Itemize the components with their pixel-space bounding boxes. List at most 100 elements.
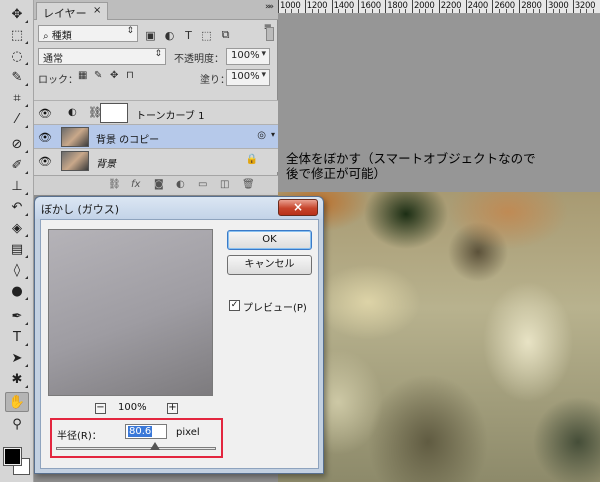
lock-image-icon[interactable]: ✎ bbox=[94, 70, 102, 81]
layer-row-background-copy[interactable]: 👁 背景 のコピー ◎ ▾ bbox=[34, 124, 278, 148]
add-mask-icon[interactable]: ◙ bbox=[154, 179, 164, 190]
shape-icon[interactable]: ✱ bbox=[5, 369, 29, 389]
shape-filter-icon[interactable]: ⬚ bbox=[200, 29, 213, 42]
blend-mode-value: 通常 bbox=[43, 54, 63, 65]
fill-input[interactable]: 100% ▾ bbox=[226, 69, 270, 86]
preview-checkbox[interactable]: ✓ bbox=[229, 300, 240, 311]
layer-filter-select[interactable]: ⌕ 種類 ⇕ bbox=[38, 25, 138, 42]
blur-preview[interactable] bbox=[48, 229, 213, 396]
cancel-button[interactable]: キャンセル bbox=[227, 255, 312, 275]
eyedropper-icon[interactable]: ⁄ bbox=[5, 109, 29, 129]
chevron-down-icon[interactable]: ▾ bbox=[271, 130, 275, 139]
history-brush-icon[interactable]: ↶ bbox=[5, 197, 29, 217]
fx-icon[interactable]: fx bbox=[131, 179, 140, 190]
ruler-minor-tick bbox=[525, 9, 527, 13]
ruler-major-tick bbox=[331, 0, 333, 13]
dodge-icon[interactable]: ● bbox=[5, 281, 29, 301]
layer-row-background[interactable]: 👁 背景 🔒 bbox=[34, 148, 278, 172]
ruler-minor-tick bbox=[291, 9, 293, 13]
ruler-minor-tick bbox=[485, 9, 487, 13]
ruler-minor-tick bbox=[311, 9, 313, 13]
smart-object-thumbnail[interactable] bbox=[61, 127, 89, 147]
type-icon[interactable]: T bbox=[5, 327, 29, 347]
ruler-minor-tick bbox=[592, 9, 594, 13]
radius-slider-track[interactable] bbox=[56, 447, 216, 450]
blur-tool-icon[interactable]: ◊ bbox=[5, 260, 29, 280]
path-select-icon[interactable]: ➤ bbox=[5, 348, 29, 368]
layer-name[interactable]: 背景 bbox=[96, 155, 116, 170]
link-layers-icon[interactable]: ⛓ bbox=[108, 179, 121, 190]
foreground-color-swatch[interactable] bbox=[3, 447, 22, 466]
new-group-icon[interactable]: ▭ bbox=[198, 179, 207, 190]
brush-icon[interactable]: ✐ bbox=[5, 155, 29, 175]
document-canvas[interactable]: 1000 1200 1400 1600 1800 2000 2200 2400 2600 2800… bbox=[278, 0, 600, 482]
close-button[interactable]: × bbox=[278, 199, 318, 216]
annotation-line-1: 全体をぼかす（スマートオブジェクトなので bbox=[286, 151, 536, 166]
tab-layers[interactable]: レイヤー × bbox=[36, 2, 108, 20]
healing-brush-icon[interactable]: ⊘ bbox=[5, 134, 29, 154]
lock-transparent-icon[interactable]: ▦ bbox=[78, 70, 87, 81]
layer-row-curves[interactable]: 👁 ◐ ⛓ トーンカーブ 1 bbox=[34, 100, 278, 124]
new-adjustment-icon[interactable]: ◐ bbox=[176, 179, 185, 190]
ok-button[interactable]: OK bbox=[227, 230, 312, 250]
layer-thumbnail[interactable] bbox=[61, 151, 89, 171]
lock-all-icon[interactable]: ⊓ bbox=[126, 70, 134, 81]
eye-icon[interactable]: 👁 bbox=[38, 107, 52, 120]
annotation-text: 全体をぼかす（スマートオブジェクトなので 後で修正が可能） bbox=[286, 151, 586, 181]
layer-name[interactable]: 背景 のコピー bbox=[96, 131, 159, 146]
eye-icon[interactable]: 👁 bbox=[38, 155, 52, 168]
close-icon[interactable]: × bbox=[93, 5, 101, 16]
layer-name[interactable]: トーンカーブ 1 bbox=[136, 107, 204, 122]
quick-select-icon[interactable]: ✎ bbox=[5, 67, 29, 87]
ruler-minor-tick bbox=[432, 9, 434, 13]
radius-label: 半径(R)： bbox=[57, 431, 102, 442]
type-filter-icon[interactable]: T bbox=[182, 29, 195, 42]
ruler-minor-tick bbox=[479, 9, 480, 13]
lock-position-icon[interactable]: ✥ bbox=[110, 70, 118, 81]
horizontal-ruler: 1000 1200 1400 1600 1800 2000 2200 2400 2600 2800… bbox=[278, 0, 600, 14]
new-layer-icon[interactable]: ◫ bbox=[220, 179, 229, 190]
blend-mode-select[interactable]: 通常 ⇕ bbox=[38, 48, 166, 65]
stamp-icon[interactable]: ⊥ bbox=[5, 176, 29, 196]
smart-object-filter-icon[interactable]: ⧉ bbox=[219, 28, 232, 41]
adjustment-filter-icon[interactable]: ◐ bbox=[163, 29, 176, 42]
lasso-icon[interactable]: ◌ bbox=[5, 46, 29, 66]
crop-icon[interactable]: ⌗ bbox=[5, 88, 29, 108]
eye-icon[interactable]: 👁 bbox=[38, 131, 52, 144]
chevron-down-icon: ▾ bbox=[261, 70, 266, 80]
ruler-minor-tick bbox=[472, 9, 474, 13]
smart-filter-icon[interactable]: ◎ bbox=[257, 130, 266, 141]
hand-icon[interactable]: ✋ bbox=[5, 392, 29, 412]
zoom-value: 100% bbox=[118, 402, 147, 413]
ruler-minor-tick bbox=[418, 9, 420, 13]
ruler-minor-tick bbox=[505, 9, 507, 13]
lock-label: ロック： bbox=[38, 75, 78, 86]
eraser-icon[interactable]: ◈ bbox=[5, 218, 29, 238]
radius-slider-thumb[interactable] bbox=[150, 442, 161, 450]
layer-mask-thumbnail[interactable] bbox=[100, 103, 128, 123]
opacity-label: 不透明度： bbox=[174, 54, 224, 65]
gradient-icon[interactable]: ▤ bbox=[5, 239, 29, 259]
trash-icon[interactable]: 🗑 bbox=[242, 179, 255, 190]
ruler-minor-tick bbox=[284, 9, 286, 13]
move-icon[interactable]: ✥ bbox=[5, 4, 29, 24]
filter-toggle[interactable] bbox=[266, 27, 274, 41]
ruler-minor-tick bbox=[318, 9, 320, 13]
ruler-minor-tick bbox=[338, 9, 340, 13]
dialog-titlebar[interactable]: ぼかし (ガウス) × bbox=[35, 197, 323, 219]
radius-input[interactable]: 80.6 bbox=[125, 424, 167, 439]
marquee-icon[interactable]: ⬚ bbox=[5, 25, 29, 45]
zoom-in-button[interactable]: + bbox=[167, 403, 178, 414]
collapse-icon[interactable]: »» bbox=[265, 2, 274, 12]
ruler-minor-tick bbox=[378, 9, 380, 13]
pen-icon[interactable]: ✒ bbox=[5, 306, 29, 326]
ruler-minor-tick bbox=[398, 9, 400, 13]
pixel-filter-icon[interactable]: ▣ bbox=[144, 29, 157, 42]
ruler-minor-tick bbox=[371, 9, 373, 13]
preview-checkbox-label[interactable]: プレビュー(P) bbox=[243, 299, 307, 314]
zoom-icon[interactable]: ⚲ bbox=[5, 414, 29, 434]
ruler-minor-tick bbox=[566, 9, 568, 13]
zoom-out-button[interactable]: − bbox=[95, 403, 106, 414]
ruler-minor-tick bbox=[499, 9, 501, 13]
opacity-input[interactable]: 100% ▾ bbox=[226, 48, 270, 65]
